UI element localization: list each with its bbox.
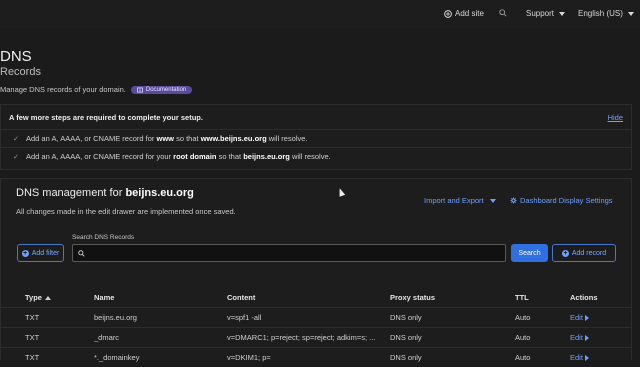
search-submit-button[interactable]: Search (511, 244, 548, 262)
import-export-label: Import and Export (424, 196, 484, 205)
dashboard-display-settings-label: Dashboard Display Settings (520, 196, 613, 205)
dns-management-title: DNS management for beijns.eu.org (16, 187, 194, 199)
documentation-badge[interactable]: Documentation (131, 86, 192, 94)
setup-steps-card: A few more steps are required to complet… (0, 104, 632, 170)
record-ttl: Auto (515, 348, 570, 367)
sort-ascending-icon (45, 296, 51, 300)
edit-record-button[interactable]: Edit (570, 333, 589, 342)
record-ttl: Auto (515, 308, 570, 328)
book-icon (137, 87, 143, 93)
column-header-proxy-status: Proxy status (390, 287, 515, 308)
record-ttl: Auto (515, 328, 570, 348)
page-title: DNS (0, 48, 32, 65)
column-header-name: Name (94, 287, 227, 308)
table-row[interactable]: TXT beijns.eu.org v=spf1 -all DNS only A… (1, 308, 631, 328)
record-type: TXT (1, 308, 94, 328)
record-content: v=DMARC1; p=reject; sp=reject; adkim=s; … (227, 328, 390, 348)
search-icon (499, 9, 507, 17)
search-button[interactable] (499, 9, 507, 17)
record-type: TXT (1, 328, 94, 348)
edit-record-button[interactable]: Edit (570, 353, 589, 362)
column-header-ttl: TTL (515, 287, 570, 308)
dns-management-subtitle: All changes made in the edit drawer are … (16, 207, 236, 216)
edit-record-button[interactable]: Edit (570, 313, 589, 322)
support-menu[interactable]: Support (526, 9, 565, 18)
column-header-content: Content (227, 287, 390, 308)
column-header-type[interactable]: Type (1, 287, 94, 308)
record-proxy-status: DNS only (390, 348, 515, 367)
setup-step-www: ✓ Add an A, AAAA, or CNAME record for ww… (1, 129, 631, 147)
check-icon: ✓ (13, 153, 23, 161)
table-row[interactable]: TXT _dmarc v=DMARC1; p=reject; sp=reject… (1, 328, 631, 348)
support-label: Support (526, 9, 554, 18)
chevron-down-icon (559, 12, 565, 16)
record-name: beijns.eu.org (94, 308, 227, 328)
setup-step-root: ✓ Add an A, AAAA, or CNAME record for yo… (1, 147, 631, 165)
search-records-input[interactable] (89, 249, 493, 258)
plus-icon: + (22, 250, 29, 257)
search-records-field[interactable] (72, 244, 506, 262)
top-bar: Add site Support English (US) (0, 0, 640, 28)
record-name: *._domainkey (94, 348, 227, 367)
page-description: Manage DNS records of your domain. (0, 85, 126, 94)
search-records-label: Search DNS Records (72, 234, 134, 241)
page-description-row: Manage DNS records of your domain. Docum… (0, 85, 192, 94)
chevron-down-icon (490, 199, 496, 203)
dns-records-table: Type Name Content Proxy status TTL Actio… (1, 287, 631, 367)
table-row[interactable]: TXT *._domainkey v=DKIM1; p= DNS only Au… (1, 348, 631, 367)
hide-link[interactable]: Hide (608, 113, 623, 122)
record-proxy-status: DNS only (390, 308, 515, 328)
import-export-menu[interactable]: Import and Export (424, 196, 496, 205)
expand-icon (585, 315, 589, 321)
setup-step-text: Add an A, AAAA, or CNAME record for www … (26, 134, 308, 143)
table-header-row: Type Name Content Proxy status TTL Actio… (1, 287, 631, 308)
chevron-down-icon (628, 12, 634, 16)
add-site-button[interactable]: Add site (444, 9, 484, 18)
add-site-label: Add site (455, 9, 484, 18)
dashboard-display-settings-link[interactable]: Dashboard Display Settings (510, 196, 613, 205)
record-proxy-status: DNS only (390, 328, 515, 348)
setup-heading: A few more steps are required to complet… (9, 113, 203, 122)
add-filter-label: Add filter (32, 250, 60, 257)
language-menu[interactable]: English (US) (578, 9, 634, 18)
dns-management-card: DNS management for beijns.eu.org All cha… (0, 178, 632, 360)
add-record-button[interactable]: + Add record (552, 244, 616, 262)
search-icon (78, 250, 85, 257)
record-content: v=spf1 -all (227, 308, 390, 328)
column-header-actions: Actions (570, 287, 631, 308)
add-record-label: Add record (572, 250, 606, 257)
record-type: TXT (1, 348, 94, 367)
language-label: English (US) (578, 9, 623, 18)
expand-icon (585, 335, 589, 341)
check-icon: ✓ (13, 135, 23, 143)
add-filter-button[interactable]: + Add filter (17, 244, 64, 262)
setup-step-text: Add an A, AAAA, or CNAME record for your… (26, 152, 331, 161)
plus-icon: + (562, 250, 569, 257)
record-content: v=DKIM1; p= (227, 348, 390, 367)
documentation-label: Documentation (146, 87, 186, 93)
record-name: _dmarc (94, 328, 227, 348)
gear-icon (510, 197, 517, 204)
plus-circle-icon (444, 10, 452, 18)
page-subtitle: Records (0, 66, 41, 78)
